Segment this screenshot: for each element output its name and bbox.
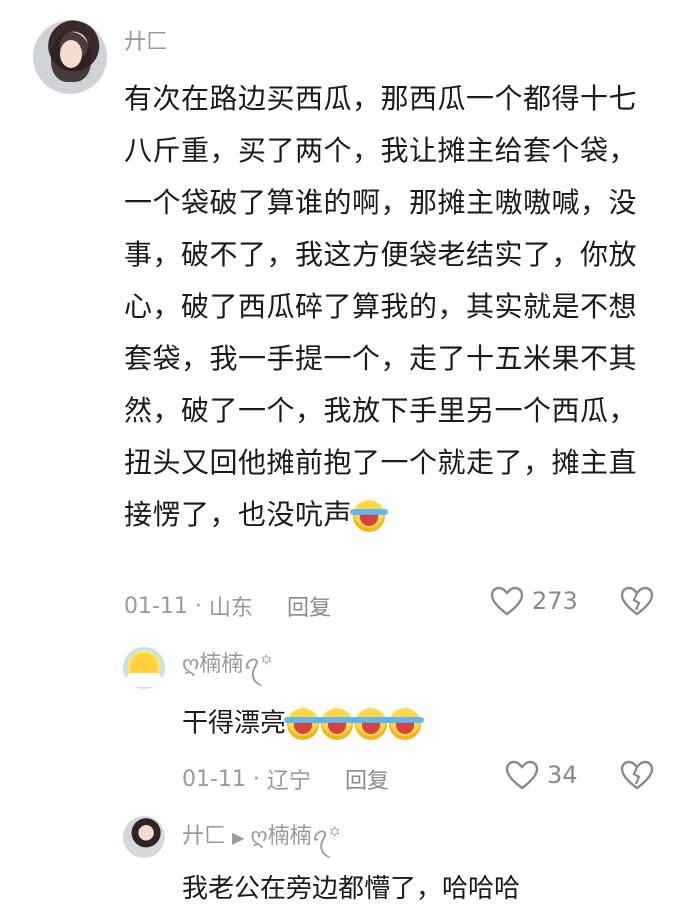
dot-separator: · (245, 766, 267, 792)
heart-icon (505, 760, 539, 790)
reply2-header: 廾匚 ▶ ღ楠楠ꪖ꙳ (182, 826, 341, 848)
broken-heart-icon (620, 760, 654, 790)
reply1-username[interactable]: ღ楠楠ꪖ꙳ (182, 654, 272, 676)
reply1-meta: 01-11 · 辽宁 回复 (182, 763, 389, 795)
broken-heart-icon (620, 586, 654, 616)
reply1-like-count: 34 (547, 761, 578, 789)
avatar-face (60, 40, 82, 68)
rofl-emoji-icon (284, 708, 323, 740)
reply2-text: 我老公在旁边都懵了，哈哈哈 (182, 874, 521, 904)
comment-date: 01-11 (124, 593, 188, 619)
reply1-like-button[interactable]: 34 (505, 760, 578, 790)
reply1-location: 辽宁 (266, 769, 311, 794)
comment-location: 山东 (208, 596, 253, 621)
rofl-emoji-icon (318, 708, 357, 740)
reply-to-arrow-icon: ▶ (232, 828, 245, 847)
dot-separator: · (187, 593, 209, 619)
reply1-date: 01-11 (182, 766, 246, 792)
reply1-avatar[interactable] (123, 647, 165, 689)
like-button[interactable]: 273 (490, 586, 578, 616)
reply1-dislike-button[interactable] (620, 760, 654, 794)
rofl-emoji-icon (352, 708, 391, 740)
reply2-username[interactable]: 廾匚 (182, 824, 226, 849)
heart-icon (490, 586, 524, 616)
cloud-icon (126, 673, 162, 687)
reply1-body: 干得漂亮 (182, 708, 287, 739)
comment-username[interactable]: 廾匚 (124, 32, 168, 54)
reply1-reply-button[interactable]: 回复 (345, 763, 389, 795)
user-avatar[interactable] (33, 20, 107, 94)
like-count: 273 (532, 587, 578, 615)
comment-text: 有次在路边买西瓜，那西瓜一个都得十七八斤重，买了两个，我让摊主给套个袋，一个袋破… (124, 73, 654, 541)
comment-body: 有次在路边买西瓜，那西瓜一个都得十七八斤重，买了两个，我让摊主给套个袋，一个袋破… (124, 82, 638, 531)
comment-meta: 01-11 · 山东 回复 (124, 590, 331, 622)
rofl-emoji-icon (350, 500, 389, 532)
reply1-text: 干得漂亮 (182, 708, 425, 740)
reply2-avatar[interactable] (123, 816, 165, 858)
reply-button[interactable]: 回复 (287, 590, 331, 622)
rofl-emoji-icon (386, 708, 425, 740)
reply2-target[interactable]: ღ楠楠ꪖ꙳ (250, 824, 340, 849)
dislike-button[interactable] (620, 586, 654, 620)
